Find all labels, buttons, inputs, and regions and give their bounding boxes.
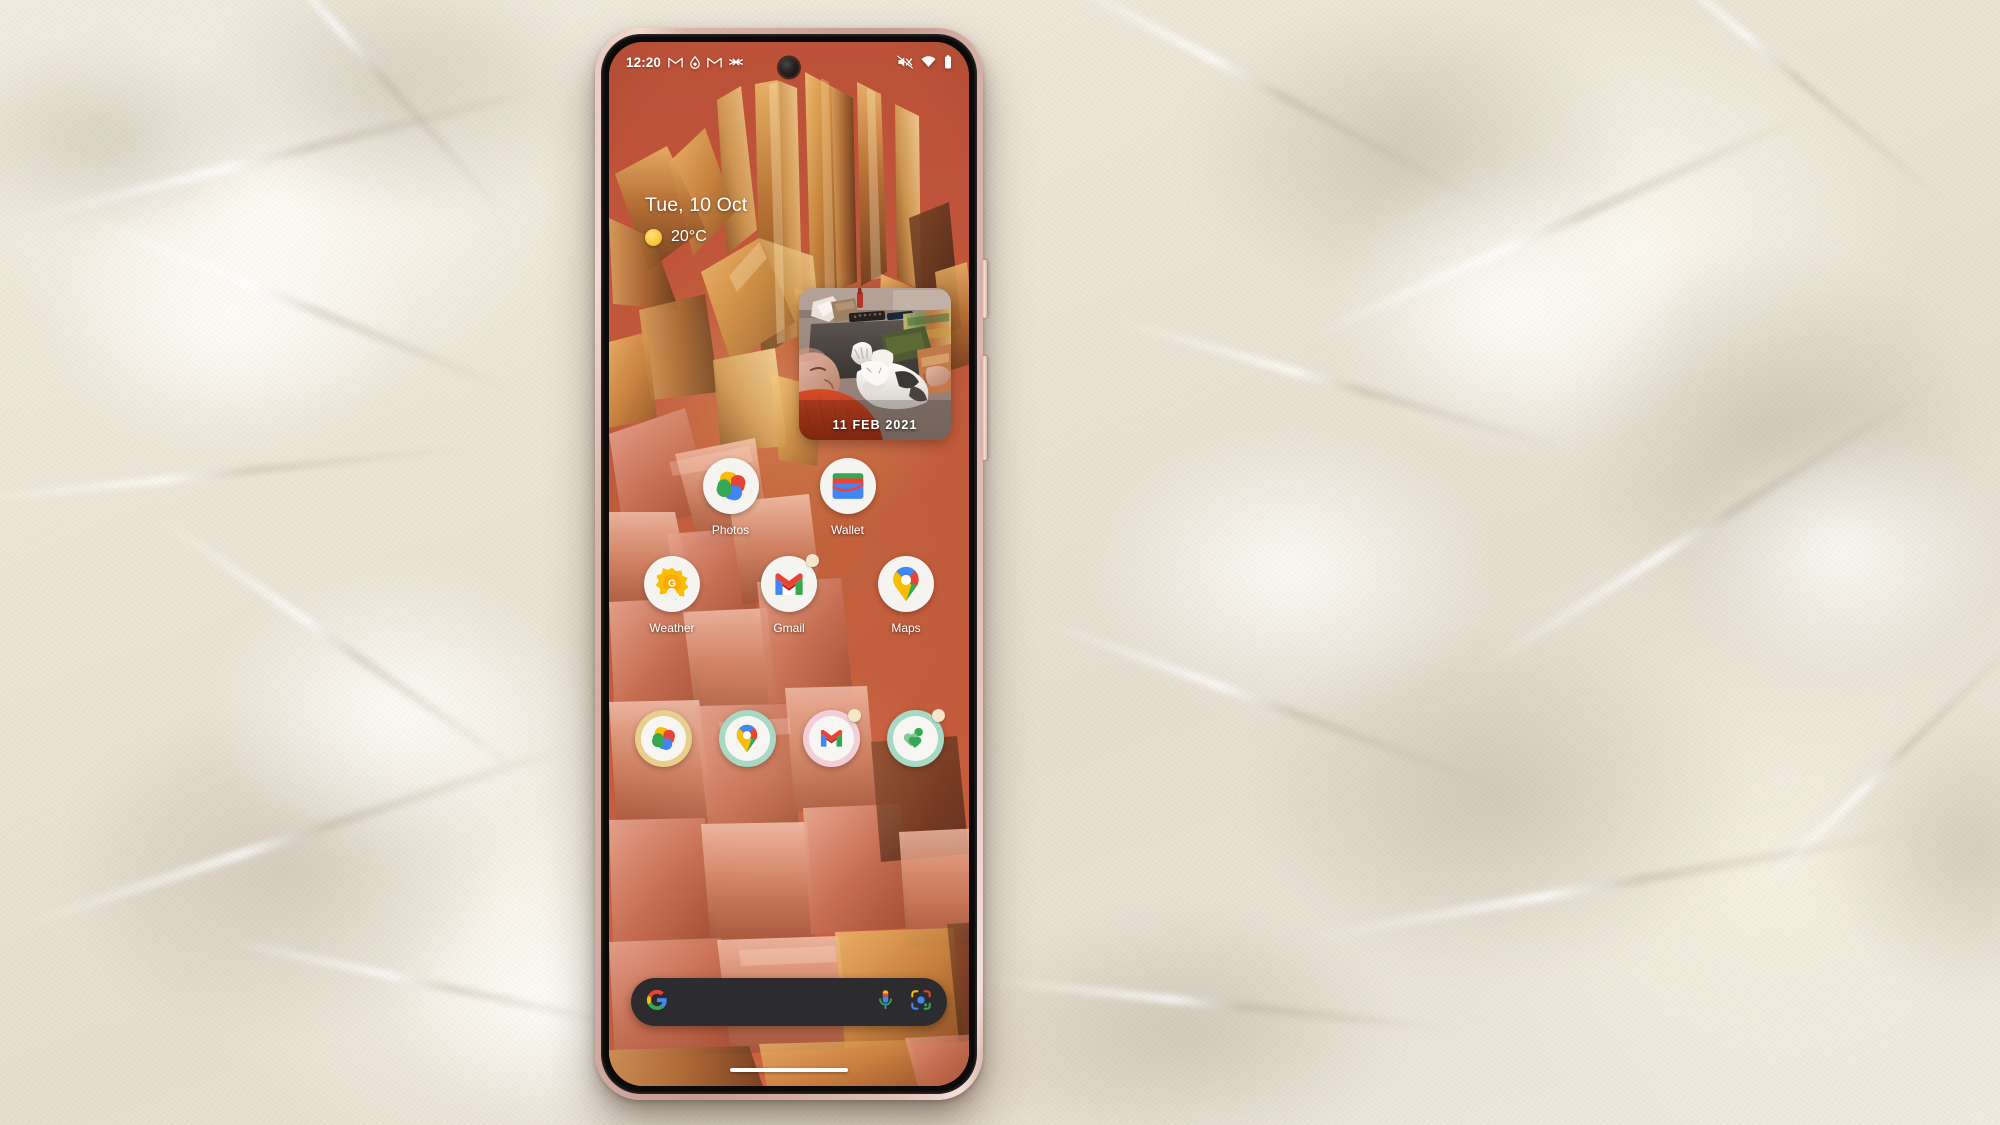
volume-off-icon bbox=[897, 55, 913, 69]
microphone-icon[interactable] bbox=[877, 989, 894, 1016]
battery-icon bbox=[944, 55, 952, 69]
app-label: Gmail bbox=[773, 621, 805, 635]
photos-widget[interactable]: 11 FEB 2021 bbox=[799, 288, 951, 440]
status-bar-right bbox=[897, 55, 952, 69]
dock-item-photos[interactable] bbox=[634, 710, 692, 767]
status-bar-left: 12:20 bbox=[626, 55, 743, 70]
power-button[interactable] bbox=[982, 260, 987, 318]
google-weather-icon[interactable]: G bbox=[644, 556, 700, 612]
home-gesture-pill[interactable] bbox=[730, 1067, 848, 1072]
google-photos-icon bbox=[640, 716, 686, 761]
google-fit-icon bbox=[892, 716, 938, 761]
app-maps[interactable]: Maps bbox=[868, 556, 944, 635]
notification-badge bbox=[931, 709, 945, 722]
app-label: Weather bbox=[649, 621, 695, 635]
clock: 12:20 bbox=[626, 54, 662, 70]
glance-weather[interactable]: 20°C bbox=[645, 228, 747, 246]
gmail-icon[interactable] bbox=[761, 554, 819, 612]
google-wallet-icon[interactable] bbox=[819, 458, 876, 514]
glance-temperature: 20°C bbox=[671, 228, 707, 245]
dock-item-gmail[interactable] bbox=[802, 709, 861, 767]
notification-badge bbox=[806, 554, 819, 567]
phone-device: 12:20 Tue, 10 Oct 20°C 11 FEB 2021 Photo… bbox=[595, 28, 987, 1100]
google-maps-icon[interactable] bbox=[878, 556, 934, 612]
app-row: G Weather Gmail Maps bbox=[609, 554, 969, 635]
google-g-icon bbox=[646, 989, 668, 1016]
app-weather[interactable]: G Weather bbox=[634, 556, 710, 635]
notification-badge bbox=[847, 709, 861, 722]
app-grid: Photos Wallet G Weather Gmail Maps bbox=[609, 458, 969, 654]
dock-ring[interactable] bbox=[634, 710, 692, 767]
photo-date-caption: 11 FEB 2021 bbox=[832, 418, 918, 432]
at-a-glance-widget[interactable]: Tue, 10 Oct 20°C bbox=[645, 194, 747, 246]
crossed-arrows-icon bbox=[729, 58, 743, 66]
phone-bezel: 12:20 Tue, 10 Oct 20°C 11 FEB 2021 Photo… bbox=[601, 34, 977, 1094]
app-row: Photos Wallet bbox=[609, 458, 969, 537]
google-maps-icon bbox=[724, 716, 770, 761]
app-label: Wallet bbox=[831, 523, 864, 537]
google-search-bar[interactable] bbox=[631, 978, 947, 1026]
app-label: Photos bbox=[711, 523, 750, 537]
gmail-icon bbox=[668, 57, 683, 68]
wifi-icon bbox=[921, 56, 936, 68]
dock-item-fit[interactable] bbox=[886, 709, 945, 767]
gmail-icon bbox=[808, 716, 854, 761]
app-label: Maps bbox=[891, 621, 921, 635]
fitness-drop-icon bbox=[690, 55, 700, 69]
dock-ring[interactable] bbox=[718, 710, 776, 767]
phone-screen[interactable]: 12:20 Tue, 10 Oct 20°C 11 FEB 2021 Photo… bbox=[609, 42, 969, 1086]
app-wallet[interactable]: Wallet bbox=[810, 458, 886, 537]
paper-background bbox=[0, 0, 2000, 1125]
google-photos-icon[interactable] bbox=[702, 458, 759, 514]
front-camera-punch-hole bbox=[778, 57, 800, 78]
sunny-icon bbox=[645, 228, 662, 246]
app-photos[interactable]: Photos bbox=[693, 458, 769, 537]
dock-item-maps[interactable] bbox=[718, 710, 776, 767]
app-gmail[interactable]: Gmail bbox=[751, 554, 827, 635]
google-lens-icon[interactable] bbox=[910, 989, 932, 1016]
gmail-icon bbox=[707, 57, 722, 68]
volume-rocker[interactable] bbox=[982, 356, 987, 460]
glance-date: Tue, 10 Oct bbox=[645, 194, 748, 216]
dock bbox=[609, 709, 969, 767]
